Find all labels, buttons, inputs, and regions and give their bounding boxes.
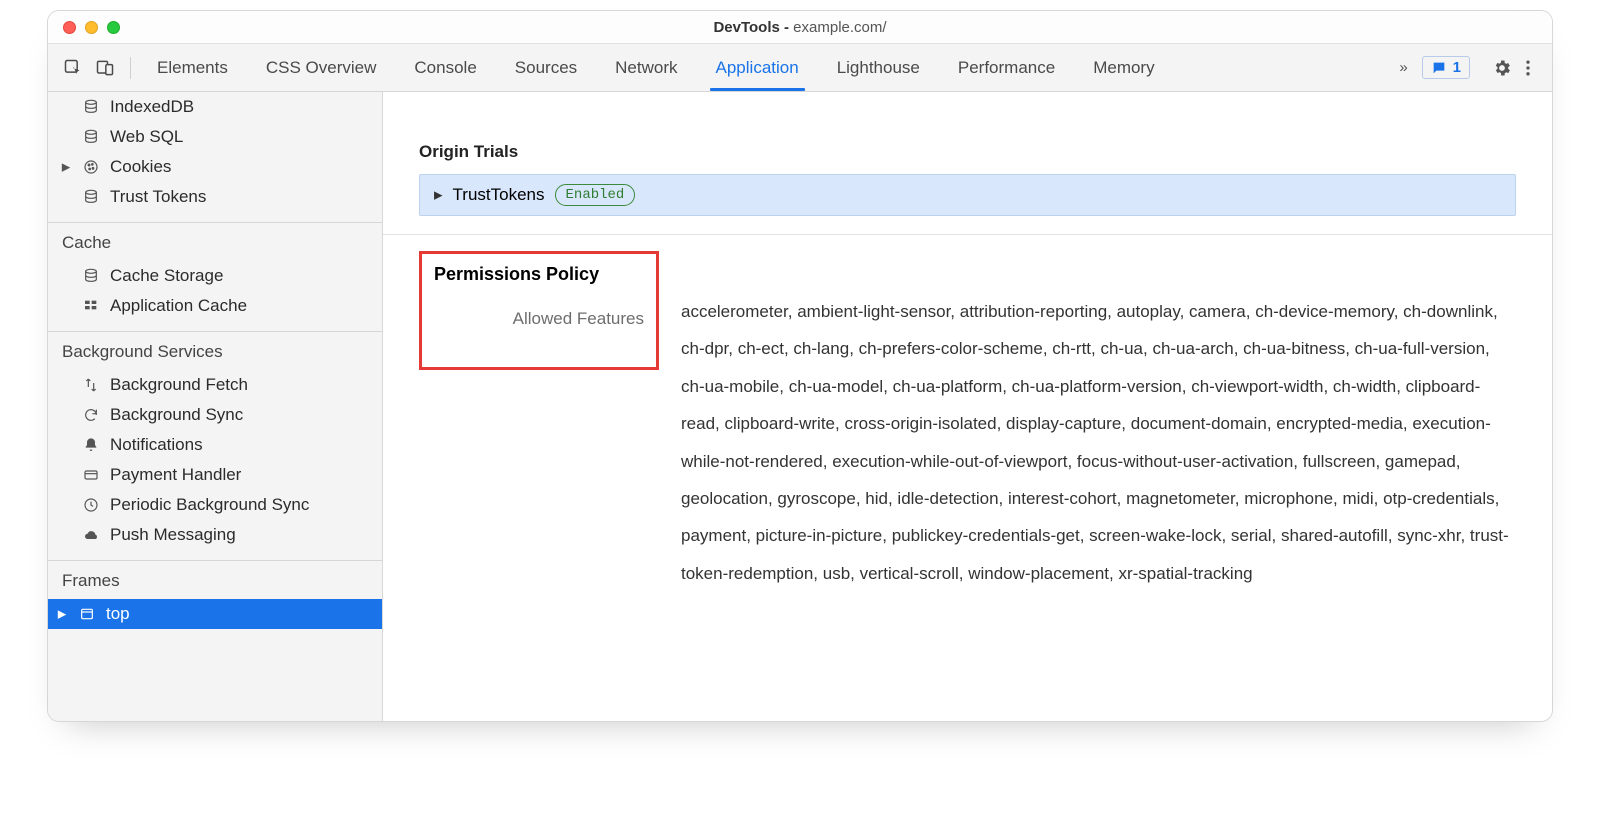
- permissions-policy-highlight: Permissions Policy Allowed Features: [419, 251, 659, 370]
- sidebar-item-payment-handler[interactable]: ▸ Payment Handler: [48, 460, 382, 490]
- origin-trial-row[interactable]: ▸ TrustTokens Enabled: [419, 174, 1516, 216]
- sidebar-item-label: Cookies: [110, 157, 171, 177]
- sidebar-header-cache: Cache: [48, 223, 382, 261]
- tab-performance[interactable]: Performance: [956, 46, 1057, 90]
- zoom-window-button[interactable]: [107, 21, 120, 34]
- sidebar-item-label: IndexedDB: [110, 97, 194, 117]
- sidebar-item-bg-sync[interactable]: ▸ Background Sync: [48, 400, 382, 430]
- device-toggle-icon[interactable]: [94, 57, 116, 79]
- sidebar-header-bg: Background Services: [48, 332, 382, 370]
- database-icon: [82, 98, 100, 116]
- issues-count: 1: [1453, 59, 1461, 76]
- grid-icon: [82, 297, 100, 315]
- sidebar-item-cookies[interactable]: ▸ Cookies: [48, 152, 382, 182]
- sidebar-item-label: Background Fetch: [110, 375, 248, 395]
- sidebar-item-push-messaging[interactable]: ▸ Push Messaging: [48, 520, 382, 550]
- toolbar: Elements CSS Overview Console Sources Ne…: [48, 44, 1552, 92]
- title-app: DevTools -: [713, 19, 793, 36]
- window-title: DevTools - example.com/: [48, 19, 1552, 36]
- sync-icon: [82, 406, 100, 424]
- sidebar-item-indexeddb[interactable]: ▸ IndexedDB: [48, 92, 382, 122]
- tab-application[interactable]: Application: [714, 46, 801, 90]
- sidebar-item-bg-fetch[interactable]: ▸ Background Fetch: [48, 370, 382, 400]
- database-icon: [82, 128, 100, 146]
- title-url: example.com/: [793, 19, 886, 36]
- window-controls: [48, 21, 120, 34]
- tab-sources[interactable]: Sources: [513, 46, 579, 90]
- sidebar-item-label: Background Sync: [110, 405, 243, 425]
- settings-icon[interactable]: [1492, 58, 1512, 78]
- sidebar-item-label: Cache Storage: [110, 266, 223, 286]
- cloud-icon: [82, 526, 100, 544]
- bell-icon: [82, 436, 100, 454]
- main-pane: Origin Trials ▸ TrustTokens Enabled Perm…: [383, 92, 1552, 721]
- sidebar-item-label: top: [106, 604, 130, 624]
- database-icon: [82, 188, 100, 206]
- sidebar-item-label: Trust Tokens: [110, 187, 206, 207]
- more-tabs-icon[interactable]: »: [1399, 59, 1407, 76]
- sidebar-item-periodic-sync[interactable]: ▸ Periodic Background Sync: [48, 490, 382, 520]
- sidebar-item-label: Push Messaging: [110, 525, 236, 545]
- inspect-icon[interactable]: [62, 57, 84, 79]
- status-badge: Enabled: [555, 184, 636, 206]
- sidebar-item-label: Payment Handler: [110, 465, 241, 485]
- sidebar-item-frame-top[interactable]: ▸ top: [48, 599, 382, 629]
- more-options-icon[interactable]: [1518, 58, 1538, 78]
- card-icon: [82, 466, 100, 484]
- caret-icon: ▸: [434, 185, 443, 205]
- tab-css-overview[interactable]: CSS Overview: [264, 46, 379, 90]
- issues-badge[interactable]: 1: [1422, 56, 1470, 79]
- sidebar-item-notifications[interactable]: ▸ Notifications: [48, 430, 382, 460]
- storage-tree: ▸ IndexedDB ▸ Web SQL ▸ Cookies ▸: [48, 92, 382, 216]
- tab-lighthouse[interactable]: Lighthouse: [835, 46, 922, 90]
- clock-icon: [82, 496, 100, 514]
- allowed-features-list: accelerometer, ambient-light-sensor, att…: [681, 235, 1516, 592]
- cookie-icon: [82, 158, 100, 176]
- sidebar-item-application-cache[interactable]: ▸ Application Cache: [48, 291, 382, 321]
- origin-trial-name: TrustTokens: [453, 185, 545, 205]
- origin-trials-header: Origin Trials: [419, 142, 1516, 162]
- titlebar: DevTools - example.com/: [48, 11, 1552, 44]
- panel-tabs: Elements CSS Overview Console Sources Ne…: [155, 46, 1157, 90]
- tab-console[interactable]: Console: [412, 46, 478, 90]
- devtools-window: DevTools - example.com/ Elements CSS Ove…: [47, 10, 1553, 722]
- separator: [130, 57, 131, 79]
- tab-elements[interactable]: Elements: [155, 46, 230, 90]
- tab-network[interactable]: Network: [613, 46, 679, 90]
- sidebar-item-label: Periodic Background Sync: [110, 495, 309, 515]
- window-icon: [78, 605, 96, 623]
- allowed-features-label: Allowed Features: [434, 309, 644, 329]
- tab-memory[interactable]: Memory: [1091, 46, 1156, 90]
- permissions-policy-header: Permissions Policy: [434, 264, 644, 285]
- sidebar-item-label: Web SQL: [110, 127, 183, 147]
- transfer-icon: [82, 376, 100, 394]
- database-icon: [82, 267, 100, 285]
- sidebar: ▸ IndexedDB ▸ Web SQL ▸ Cookies ▸: [48, 92, 383, 721]
- minimize-window-button[interactable]: [85, 21, 98, 34]
- close-window-button[interactable]: [63, 21, 76, 34]
- sidebar-header-frames: Frames: [48, 561, 382, 599]
- sidebar-item-cache-storage[interactable]: ▸ Cache Storage: [48, 261, 382, 291]
- sidebar-item-trust-tokens[interactable]: ▸ Trust Tokens: [48, 182, 382, 212]
- sidebar-item-label: Application Cache: [110, 296, 247, 316]
- sidebar-item-label: Notifications: [110, 435, 203, 455]
- sidebar-item-websql[interactable]: ▸ Web SQL: [48, 122, 382, 152]
